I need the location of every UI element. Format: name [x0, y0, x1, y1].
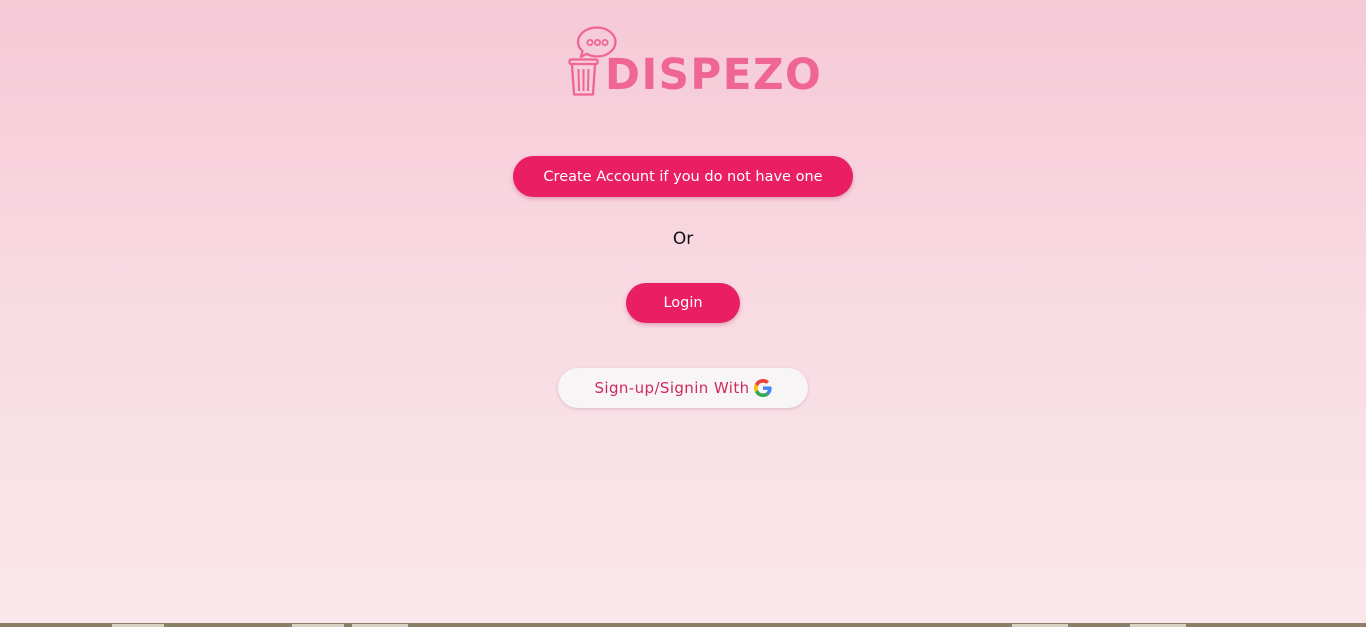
brand-logo: DISPEZO: [567, 26, 821, 98]
bottom-taskbar-edge: [0, 623, 1366, 627]
or-separator: Or: [672, 229, 694, 249]
brand-name: DISPEZO: [605, 50, 823, 100]
login-button[interactable]: Login: [626, 283, 740, 323]
google-g-icon: [753, 379, 772, 397]
google-signin-button[interactable]: Sign-up/Signin With: [558, 368, 808, 408]
google-signin-label: Sign-up/Signin With: [594, 379, 750, 397]
create-account-button[interactable]: Create Account if you do not have one: [513, 156, 853, 197]
